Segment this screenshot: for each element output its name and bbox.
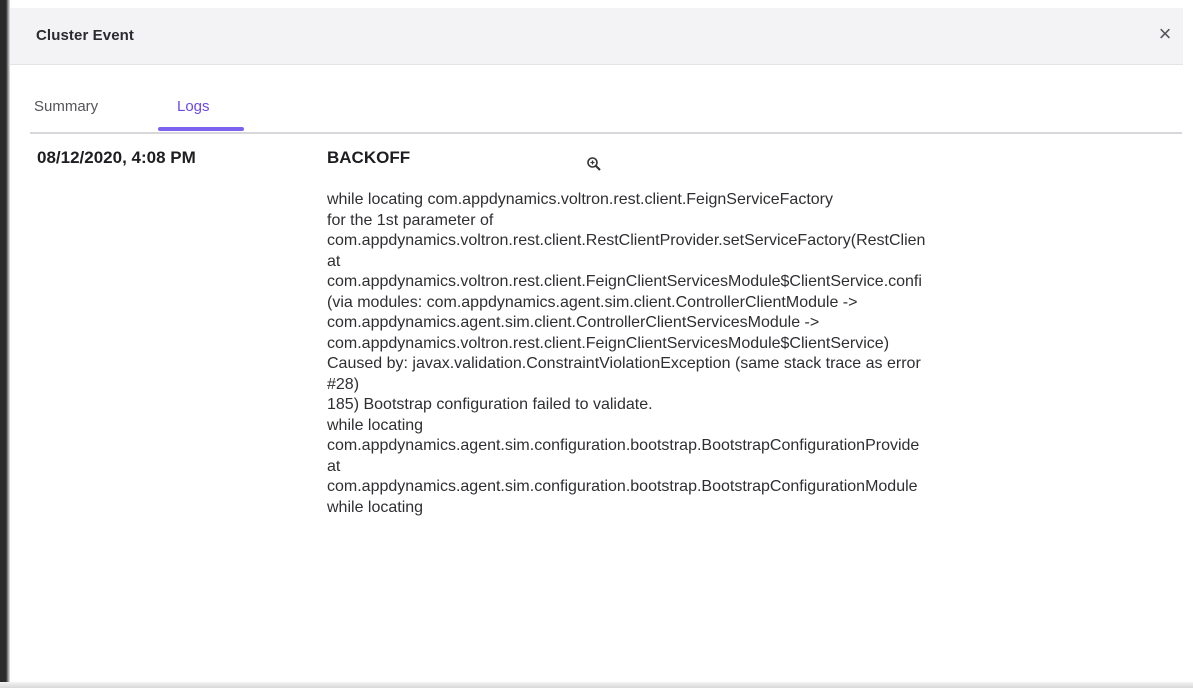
- log-timestamp: 08/12/2020, 4:08 PM: [37, 148, 196, 167]
- bottom-edge: [0, 682, 1193, 688]
- left-window-edge: [0, 0, 10, 688]
- log-event-type: BACKOFF: [327, 148, 411, 167]
- log-line: com.appdynamics.agent.sim.client.Control…: [327, 314, 820, 331]
- active-tab-indicator: [158, 127, 244, 131]
- log-line: com.appdynamics.voltron.rest.client.Rest…: [327, 232, 926, 249]
- log-line: com.appdynamics.voltron.rest.client.Feig…: [327, 273, 922, 290]
- log-line: (via modules: com.appdynamics.agent.sim.…: [327, 293, 858, 311]
- tab-bar: Summary Logs: [30, 64, 1182, 134]
- dialog-title: Cluster Event: [36, 27, 134, 44]
- dialog-header: Cluster Event ×: [10, 8, 1183, 65]
- tab-summary[interactable]: Summary: [34, 98, 98, 115]
- logs-panel: 08/12/2020, 4:08 PM BACKOFF while locati…: [30, 134, 1182, 688]
- log-line: com.appdynamics.voltron.rest.client.Feig…: [327, 334, 890, 352]
- zoom-in-icon: [587, 157, 601, 171]
- log-line: for the 1st parameter of: [327, 211, 494, 229]
- close-button[interactable]: ×: [1151, 20, 1179, 48]
- cluster-event-dialog: Cluster Event × Summary Logs 08/12/2020,…: [10, 8, 1193, 688]
- log-line: 185) Bootstrap configuration failed to v…: [327, 396, 653, 413]
- log-line: at: [327, 252, 341, 270]
- close-icon: ×: [1158, 21, 1172, 46]
- log-line: #28): [327, 375, 360, 393]
- log-line: com.appdynamics.agent.sim.configuration.…: [327, 478, 918, 495]
- log-line: Caused by: javax.validation.ConstraintVi…: [327, 355, 921, 372]
- screen: Cluster Event × Summary Logs 08/12/2020,…: [0, 0, 1193, 688]
- log-line: at: [327, 457, 341, 475]
- log-line: while locating: [327, 498, 424, 516]
- log-line: while locating: [327, 416, 424, 434]
- log-line: while locating com.appdynamics.voltron.r…: [327, 191, 833, 208]
- log-line: com.appdynamics.agent.sim.configuration.…: [327, 437, 920, 454]
- tab-logs[interactable]: Logs: [177, 98, 210, 115]
- log-message: while locating com.appdynamics.voltron.r…: [327, 190, 1177, 518]
